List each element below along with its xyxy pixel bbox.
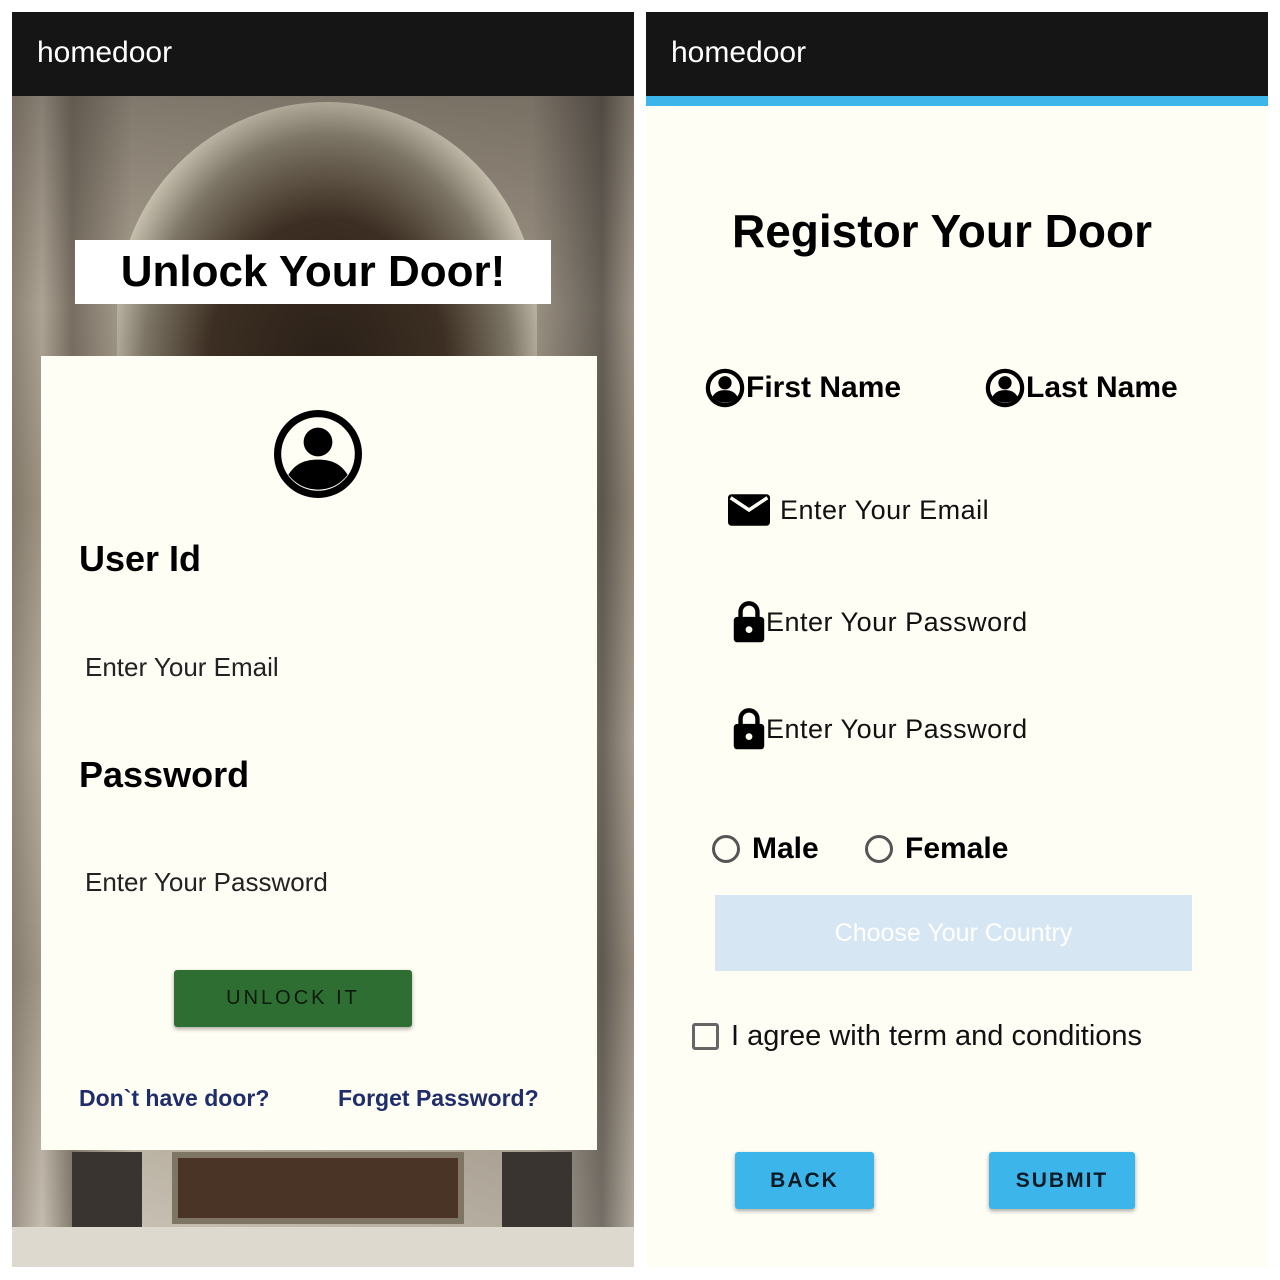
user-id-label: User Id [79,538,202,579]
lock-icon [733,601,765,643]
account-circle-icon [274,410,362,498]
register-screen: homedoor Registor Your Door First Name L… [646,12,1268,1267]
email-input[interactable]: Enter Your Email [85,652,279,683]
checkbox-icon[interactable] [692,1023,719,1050]
lock-icon [733,708,765,750]
submit-button[interactable]: SUBMIT [989,1152,1135,1209]
country-select-button[interactable]: Choose Your Country [715,895,1192,971]
app-title: homedoor [671,36,807,69]
login-card: User Id Enter Your Email Password Enter … [41,356,597,1150]
password-input[interactable]: Enter Your Password [85,867,328,898]
no-door-link[interactable]: Don`t have door? [79,1085,269,1112]
login-screen: homedoor Unlock Your Door! User Id Enter… [12,12,634,1267]
back-button[interactable]: BACK [735,1152,874,1209]
confirm-password-placeholder: Enter Your Password [766,713,1028,744]
gender-male-option[interactable]: Male [712,832,819,866]
email-placeholder: Enter Your Email [780,494,990,525]
step-image [12,1227,634,1267]
radio-icon[interactable] [712,835,740,863]
last-name-field[interactable]: Last Name [984,367,1178,409]
unlock-banner: Unlock Your Door! [75,240,551,304]
male-label: Male [752,832,819,865]
person-icon [985,368,1025,408]
password-label: Password [79,754,250,795]
door-image [172,1152,464,1224]
progress-bar [646,96,1268,106]
email-field[interactable]: Enter Your Email [728,494,989,526]
email-icon [728,494,770,526]
last-name-placeholder: Last Name [1026,371,1178,404]
confirm-password-field[interactable]: Enter Your Password [732,707,1028,751]
page-title: Registor Your Door [732,205,1152,257]
terms-checkbox-row[interactable]: I agree with term and conditions [692,1020,1142,1053]
app-bar: homedoor [646,12,1268,96]
gender-female-option[interactable]: Female [865,832,1008,866]
app-bar: homedoor [12,12,634,96]
person-icon [705,368,745,408]
password-placeholder: Enter Your Password [766,606,1028,637]
unlock-button[interactable]: UNLOCK IT [174,970,412,1027]
forget-password-link[interactable]: Forget Password? [338,1085,539,1112]
first-name-placeholder: First Name [746,371,902,404]
password-field[interactable]: Enter Your Password [732,600,1028,644]
page-title: Unlock Your Door! [120,247,506,296]
radio-icon[interactable] [865,835,893,863]
female-label: Female [905,832,1009,865]
app-title: homedoor [37,36,173,69]
first-name-field[interactable]: First Name [704,367,901,409]
terms-label: I agree with term and conditions [731,1020,1143,1052]
